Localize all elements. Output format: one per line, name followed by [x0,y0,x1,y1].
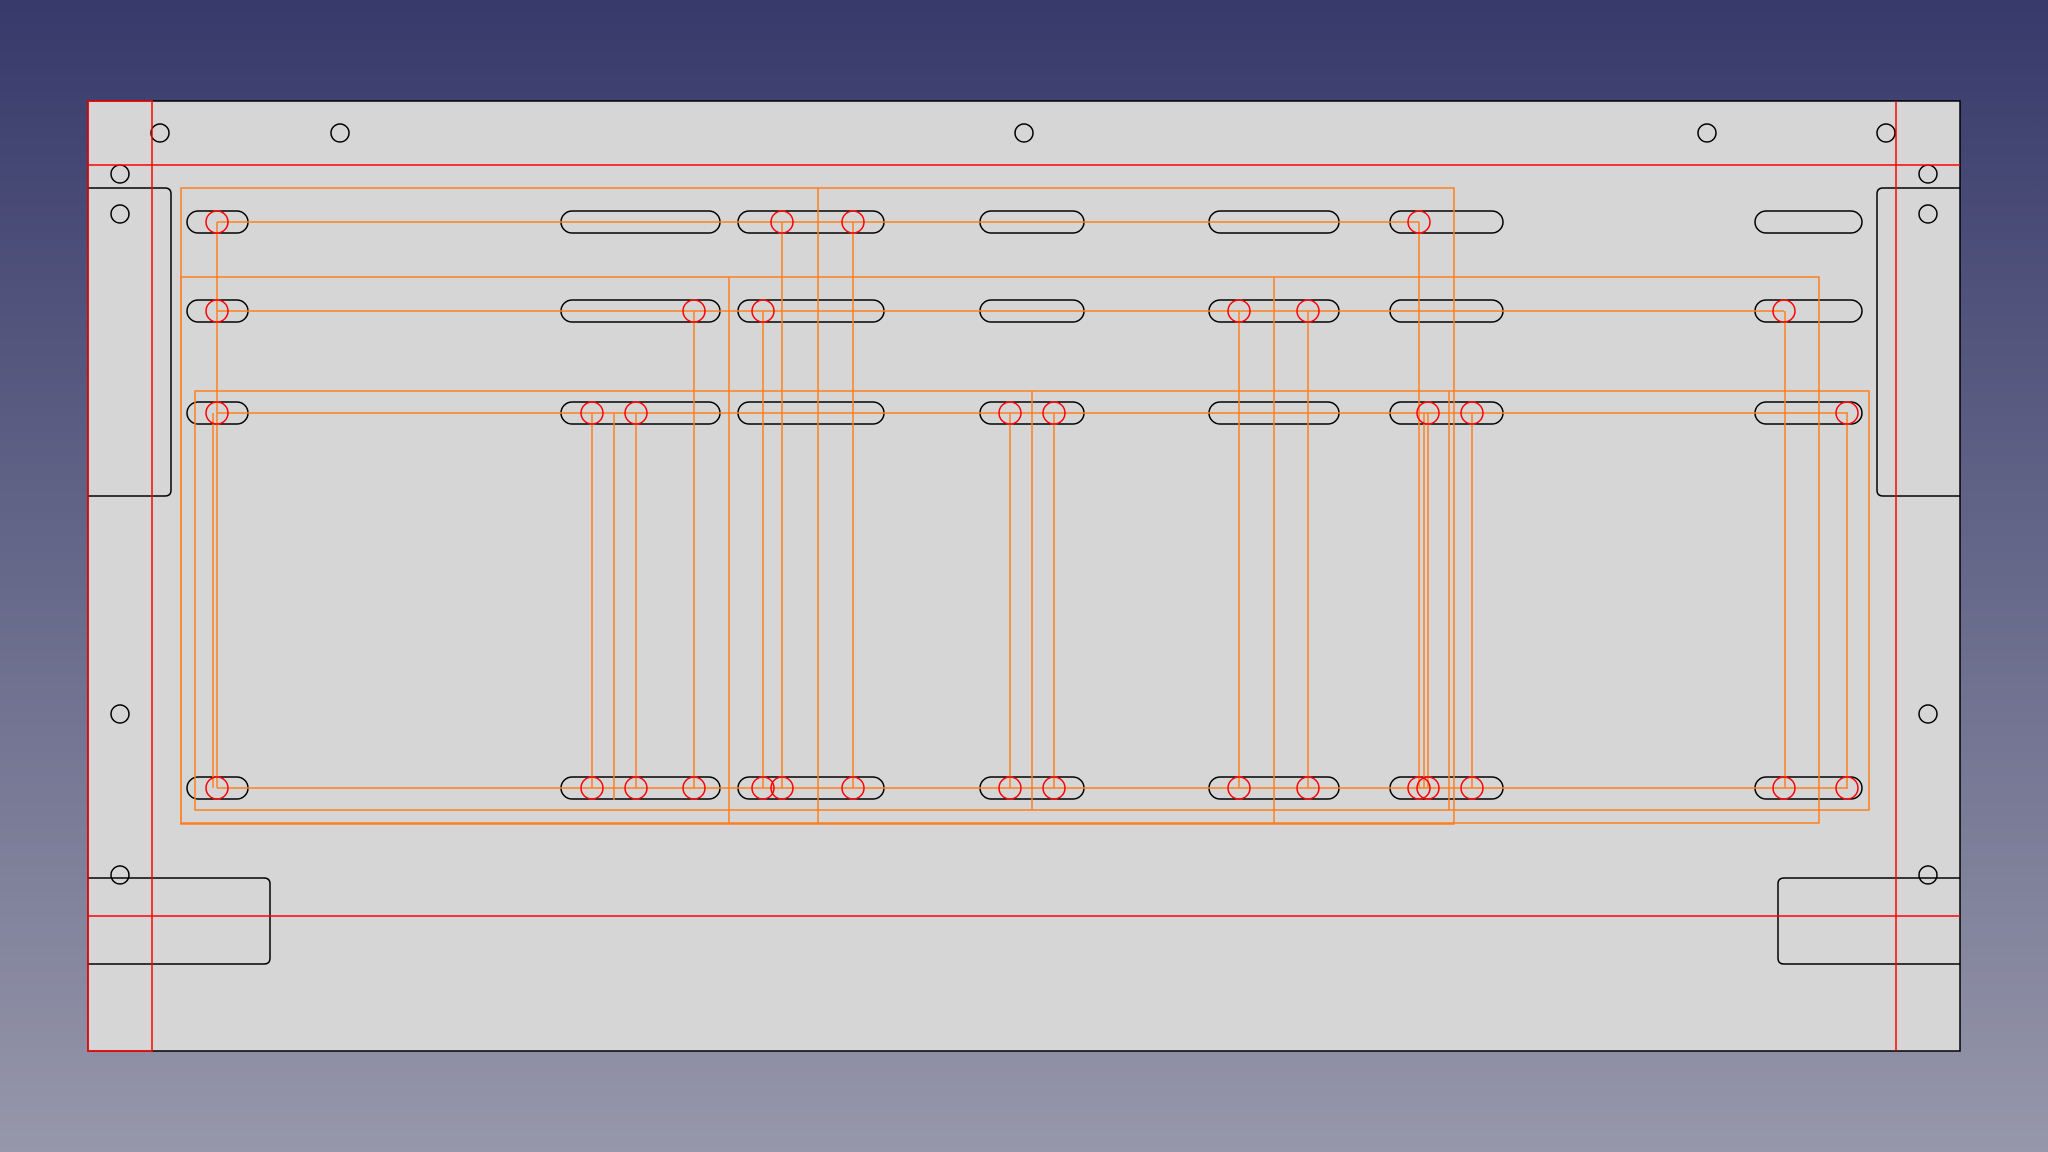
drawing-canvas[interactable] [0,0,2048,1152]
cad-viewport[interactable] [0,0,2048,1152]
panel-outline[interactable] [87,100,1961,1052]
